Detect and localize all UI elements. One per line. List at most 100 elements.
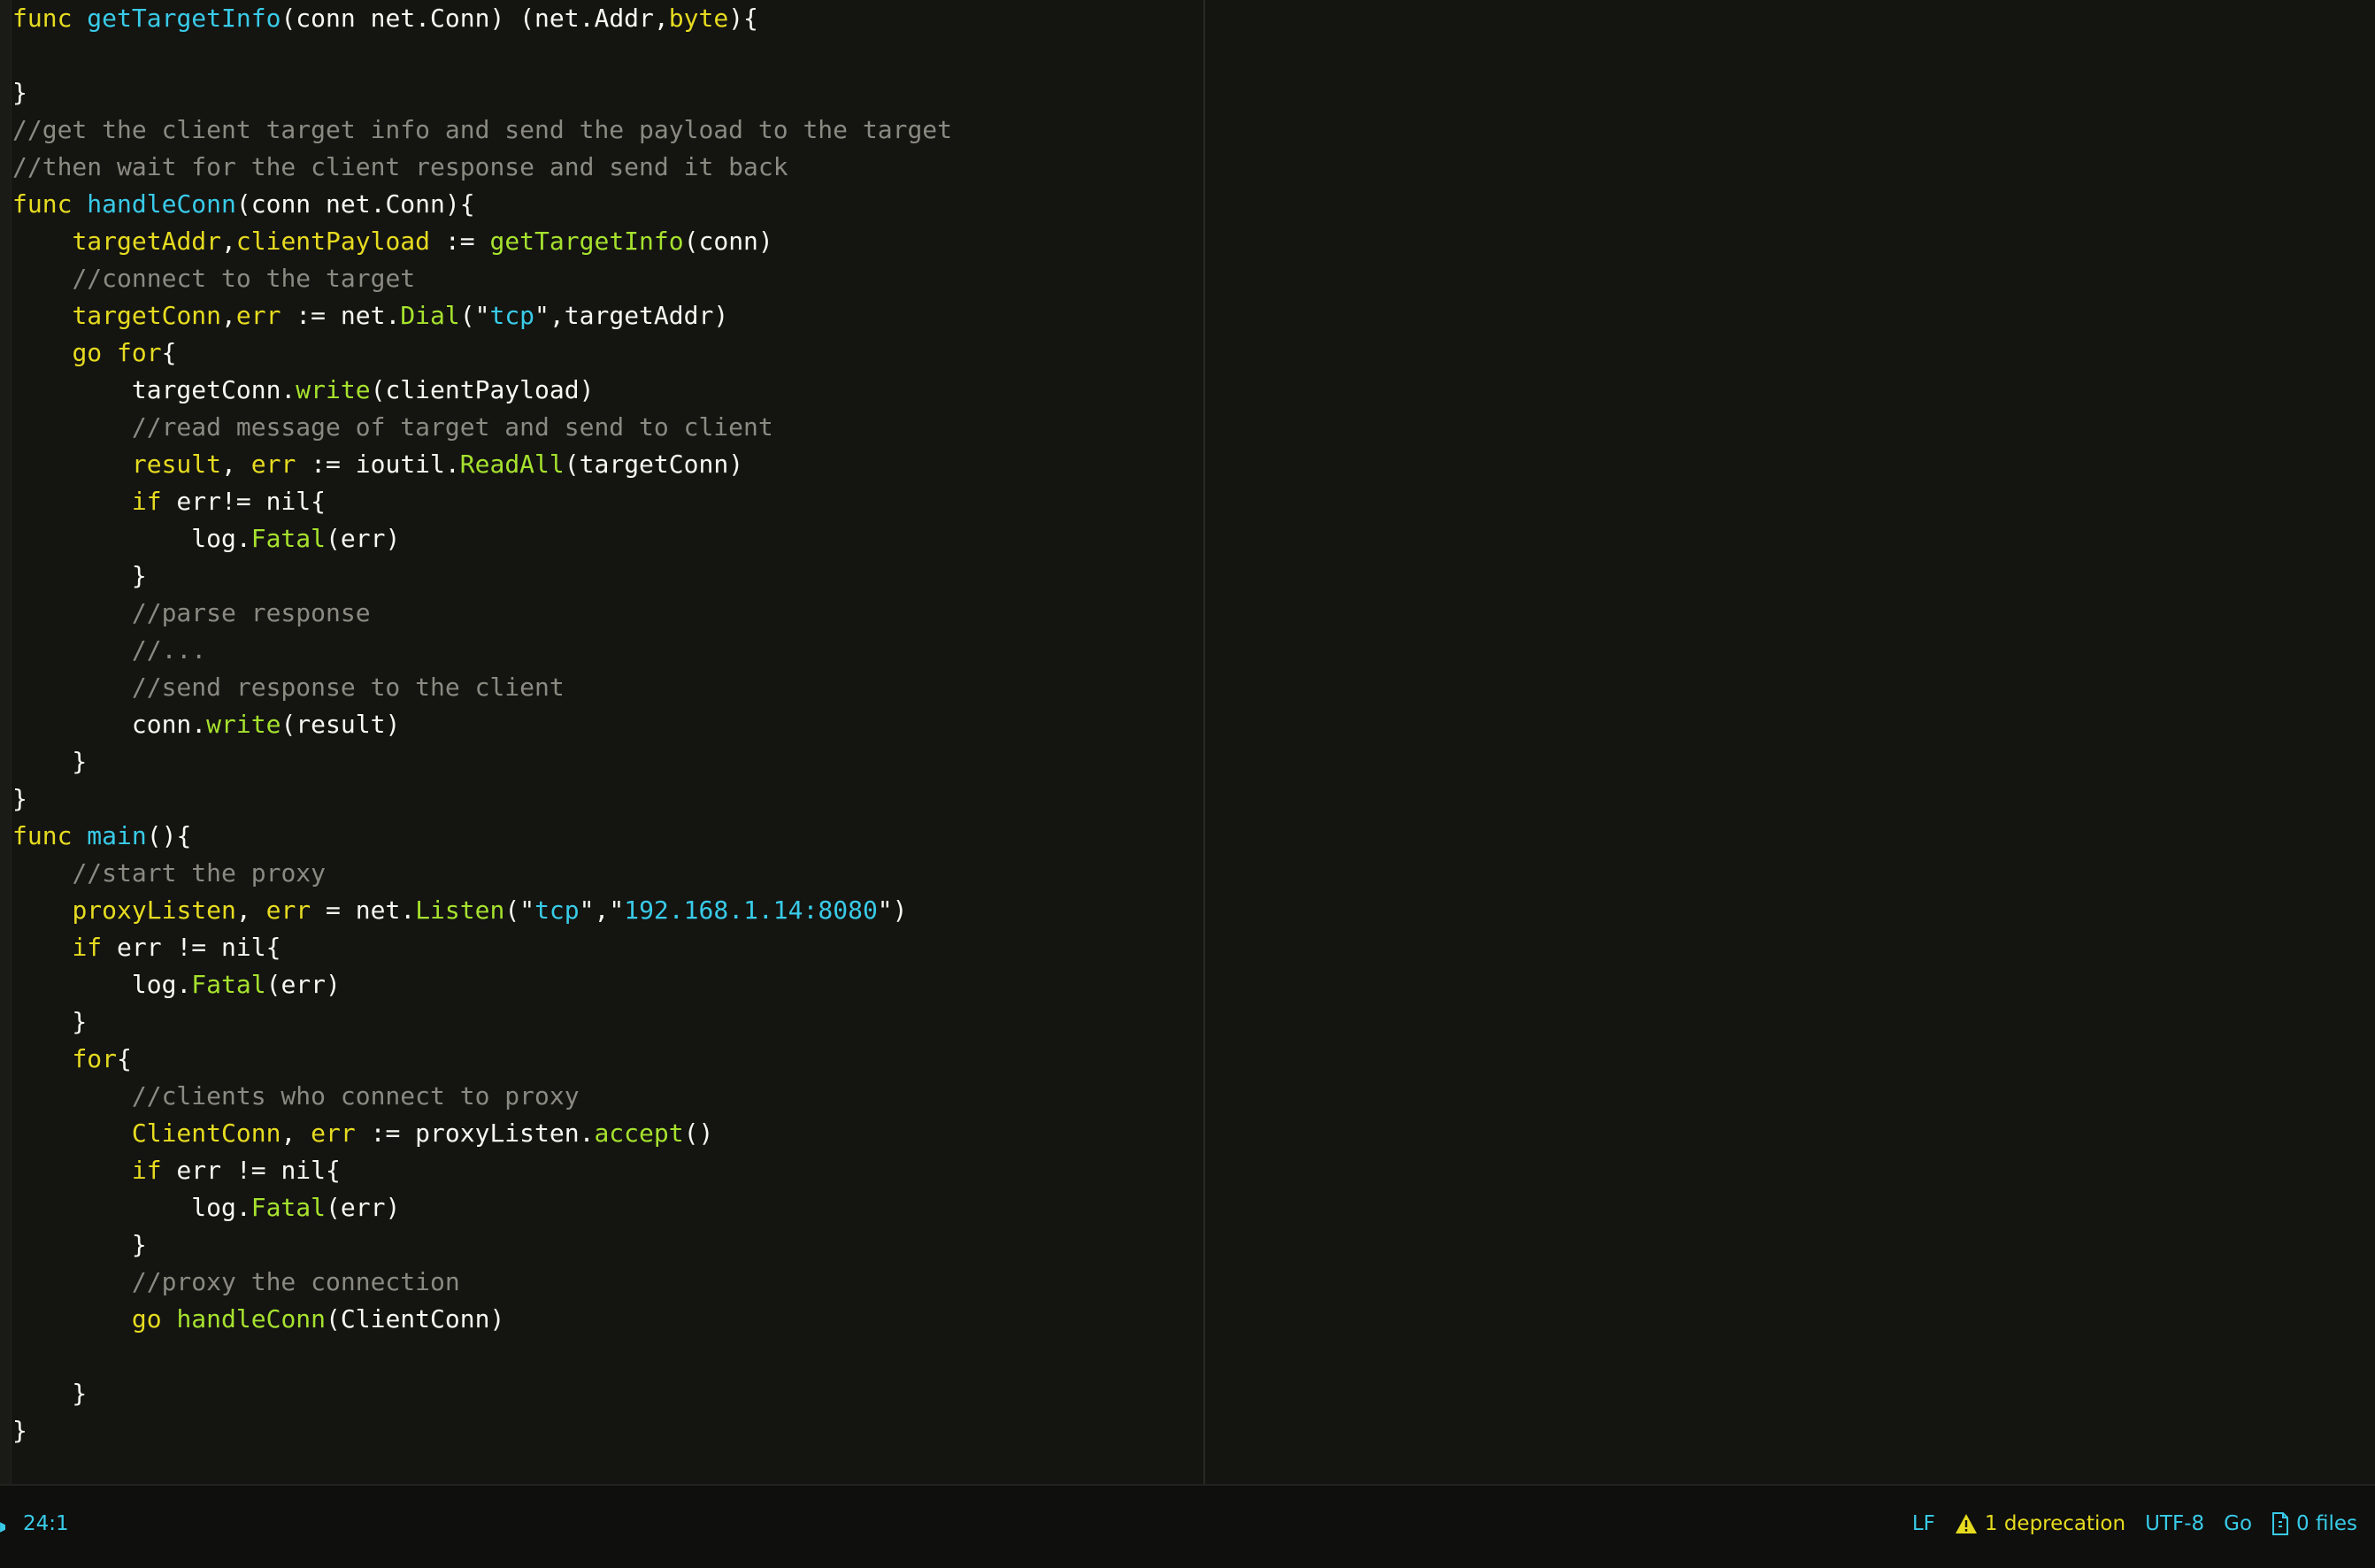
- grammar-selector[interactable]: Go: [2224, 1512, 2252, 1535]
- code-line[interactable]: }: [12, 557, 1198, 595]
- gutter: [0, 0, 12, 1484]
- code-token: (): [683, 1118, 714, 1148]
- code-token: err: [250, 450, 296, 479]
- code-line[interactable]: result, err := ioutil.ReadAll(targetConn…: [12, 446, 1198, 483]
- code-token: for: [72, 1044, 118, 1073]
- code-token: accept: [594, 1118, 684, 1148]
- code-line[interactable]: if err!= nil{: [12, 483, 1198, 520]
- code-line[interactable]: if err != nil{: [12, 929, 1198, 966]
- code-line[interactable]: log.Fatal(err): [12, 966, 1198, 1003]
- code-line[interactable]: }: [12, 743, 1198, 780]
- code-token: "): [877, 895, 908, 925]
- code-token: //clients who connect to proxy: [131, 1081, 580, 1111]
- code-line[interactable]: func getTargetInfo(conn net.Conn) (net.A…: [12, 0, 1198, 37]
- code-token: byte: [668, 4, 729, 33]
- code-token: main: [87, 821, 147, 850]
- git-files-indicator[interactable]: 0 files: [2271, 1512, 2357, 1535]
- code-line[interactable]: log.Fatal(err): [12, 1189, 1198, 1226]
- code-line[interactable]: //then wait for the client response and …: [12, 149, 1198, 186]
- code-line[interactable]: ClientConn, err := proxyListen.accept(): [12, 1115, 1198, 1152]
- code-token: log.: [12, 970, 192, 999]
- code-line[interactable]: //read message of target and send to cli…: [12, 409, 1198, 446]
- code-line[interactable]: targetAddr,clientPayload := getTargetInf…: [12, 223, 1198, 260]
- code-token: if: [131, 487, 162, 516]
- code-line[interactable]: ​: [12, 1338, 1198, 1375]
- code-line[interactable]: //send response to the client: [12, 669, 1198, 706]
- code-token: {: [117, 1044, 132, 1073]
- code-line[interactable]: }: [12, 780, 1198, 818]
- code-token: func: [12, 189, 73, 219]
- code-token: 192.168.1.14:8080: [624, 895, 878, 925]
- code-line[interactable]: }: [12, 1226, 1198, 1264]
- code-token: ",targetAddr): [534, 301, 729, 330]
- code-line[interactable]: go for{: [12, 334, 1198, 372]
- code-line[interactable]: //proxy the connection: [12, 1264, 1198, 1301]
- code-line[interactable]: }: [12, 1003, 1198, 1041]
- code-token: tcp: [534, 895, 580, 925]
- code-token: handleConn: [87, 189, 236, 219]
- code-line[interactable]: }: [12, 1412, 1198, 1449]
- encoding-selector[interactable]: UTF-8: [2145, 1512, 2204, 1535]
- code-line[interactable]: }: [12, 74, 1198, 111]
- wrap-guide: [1203, 0, 1205, 1484]
- cursor-position[interactable]: 24:1: [23, 1512, 69, 1535]
- code-token: (targetConn): [564, 450, 744, 479]
- code-line[interactable]: targetConn,err := net.Dial("tcp",targetA…: [12, 297, 1198, 334]
- code-line[interactable]: targetConn.write(clientPayload): [12, 372, 1198, 409]
- code-token: Fatal: [250, 524, 327, 553]
- code-line[interactable]: if err != nil{: [12, 1152, 1198, 1189]
- status-bar-right: LF 1 deprecation UTF-8 Go 0 files: [1912, 1512, 2357, 1535]
- code-line[interactable]: conn.write(result): [12, 706, 1198, 743]
- deprecation-indicator[interactable]: 1 deprecation: [1955, 1512, 2125, 1535]
- code-line[interactable]: }: [12, 1375, 1198, 1412]
- code-token: ,: [221, 227, 236, 256]
- code-token: (err): [326, 524, 401, 553]
- line-ending-selector[interactable]: LF: [1912, 1512, 1935, 1535]
- code-token: (": [504, 895, 535, 925]
- code-line[interactable]: //connect to the target: [12, 260, 1198, 297]
- code-token: Dial: [400, 301, 460, 330]
- code-token: handleConn: [176, 1304, 327, 1334]
- code-token: //proxy the connection: [131, 1267, 460, 1296]
- code-line[interactable]: //clients who connect to proxy: [12, 1078, 1198, 1115]
- warning-icon: [1955, 1513, 1978, 1534]
- code-token: ",": [579, 895, 625, 925]
- code-editor[interactable]: func getTargetInfo(conn net.Conn) (net.A…: [0, 0, 2375, 1484]
- code-token: }: [12, 1230, 147, 1259]
- code-token: func: [12, 821, 73, 850]
- code-line[interactable]: log.Fatal(err): [12, 520, 1198, 557]
- code-token: err: [311, 1118, 356, 1148]
- code-token: //parse response: [131, 598, 371, 627]
- code-line[interactable]: func handleConn(conn net.Conn){: [12, 186, 1198, 223]
- code-token: (conn): [683, 227, 773, 256]
- code-line[interactable]: ​: [12, 37, 1198, 74]
- code-line[interactable]: proxyListen, err = net.Listen("tcp","192…: [12, 892, 1198, 929]
- code-token: }: [12, 1007, 88, 1036]
- code-line[interactable]: func main(){: [12, 818, 1198, 855]
- code-token: :=: [430, 227, 490, 256]
- code-token: err!= nil{: [161, 487, 327, 516]
- code-token: log.: [12, 524, 251, 553]
- code-text-area[interactable]: func getTargetInfo(conn net.Conn) (net.A…: [12, 0, 1198, 1449]
- code-token: func: [12, 4, 73, 33]
- code-line[interactable]: //parse response: [12, 595, 1198, 632]
- code-line[interactable]: //start the proxy: [12, 855, 1198, 892]
- code-line[interactable]: go handleConn(ClientConn): [12, 1301, 1198, 1338]
- code-line[interactable]: for{: [12, 1041, 1198, 1078]
- code-line[interactable]: //...: [12, 632, 1198, 669]
- code-token: err: [265, 895, 311, 925]
- code-line[interactable]: //get the client target info and send th…: [12, 111, 1198, 149]
- code-token: = net.: [311, 895, 416, 925]
- code-token: clientPayload: [235, 227, 431, 256]
